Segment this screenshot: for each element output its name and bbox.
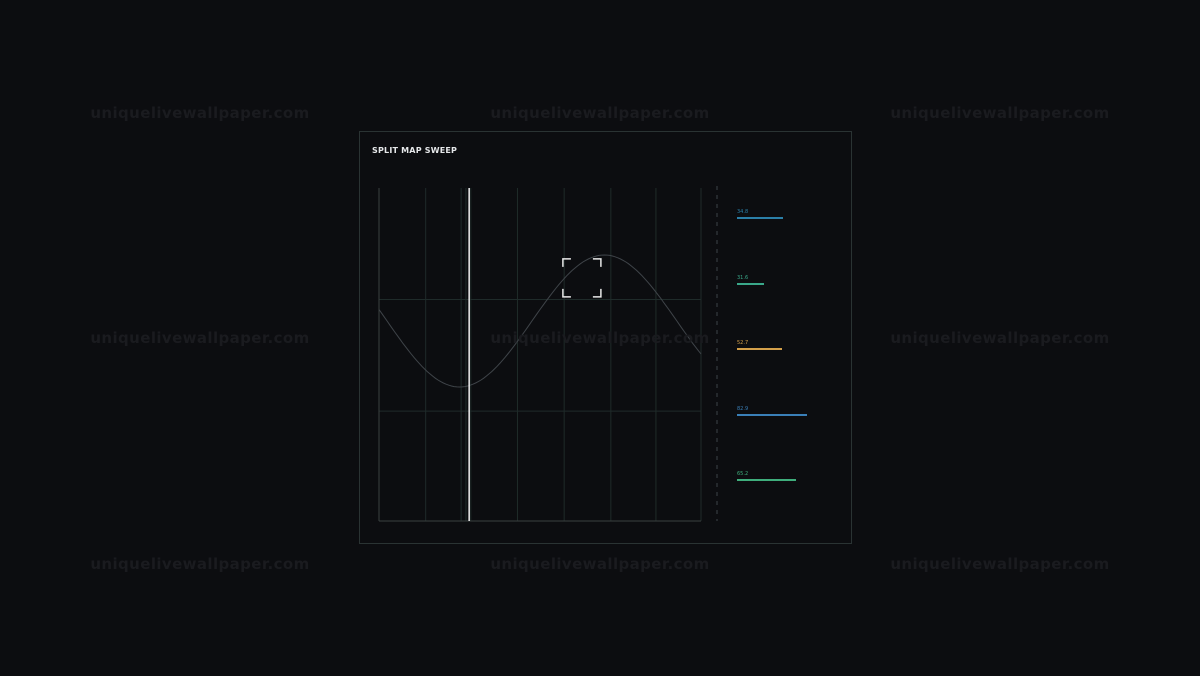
watermark-text: uniquelivewallpaper.com — [90, 104, 310, 122]
sweep-wave — [378, 254, 702, 388]
watermark-text: uniquelivewallpaper.com — [90, 555, 310, 573]
sweep-panel: SPLIT MAP SWEEP 34.8 31.6 52.7 82.9 65.2 — [359, 131, 852, 544]
readout-level-bar — [737, 217, 784, 219]
watermark-text: uniquelivewallpaper.com — [890, 104, 1110, 122]
readout-value: 31.6 — [737, 274, 749, 281]
wallpaper-stage: uniquelivewallpaper.com uniquelivewallpa… — [0, 0, 1200, 676]
watermark-text: uniquelivewallpaper.com — [90, 329, 310, 347]
readout-level-bar — [737, 282, 764, 285]
readout-level-bar — [737, 479, 797, 481]
target-bracket — [592, 258, 602, 267]
readout-value: 82.9 — [737, 405, 749, 412]
readout-level-bar — [737, 413, 808, 416]
target-bracket — [592, 288, 602, 298]
sweep-chart — [378, 186, 718, 522]
readout-value: 65.2 — [737, 471, 749, 477]
watermark-text: uniquelivewallpaper.com — [490, 555, 710, 573]
watermark-text: uniquelivewallpaper.com — [890, 329, 1110, 347]
readout-level-bar — [737, 348, 783, 350]
readout-value: 52.7 — [737, 340, 749, 346]
readout-value: 34.8 — [737, 209, 749, 215]
watermark-text: uniquelivewallpaper.com — [890, 555, 1110, 573]
watermark-text: uniquelivewallpaper.com — [490, 104, 710, 122]
